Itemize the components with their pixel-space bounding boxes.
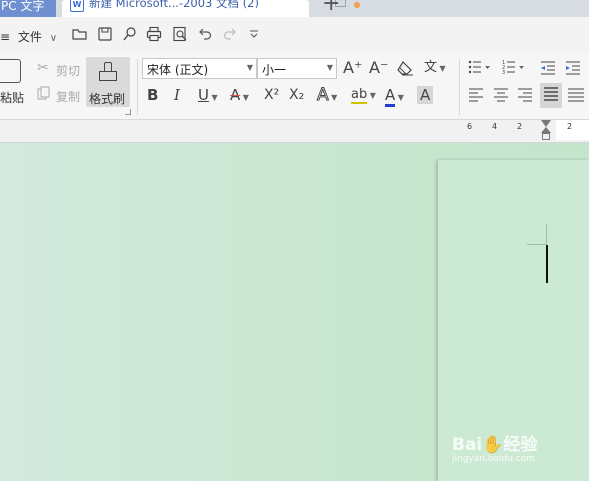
redo-icon[interactable] bbox=[222, 26, 238, 42]
tab-wps-writer[interactable]: РС 文字 bbox=[0, 0, 56, 17]
font-color-label: A bbox=[385, 86, 396, 107]
align-left-icon[interactable] bbox=[468, 87, 484, 107]
font-color-button[interactable]: A ▼ bbox=[385, 86, 404, 107]
text-effect-label: A bbox=[317, 85, 330, 105]
scissors-icon: ✂ bbox=[37, 60, 49, 76]
copy-icon bbox=[37, 86, 51, 104]
increase-indent-icon[interactable] bbox=[565, 60, 581, 80]
watermark-url: jingyan.baidu.com bbox=[452, 454, 536, 464]
font-size-value: 小一 bbox=[262, 63, 287, 77]
find-icon[interactable] bbox=[122, 26, 138, 42]
ruler-number: 4 bbox=[492, 122, 498, 131]
margin-corner-mark bbox=[527, 244, 547, 245]
print-preview-icon[interactable] bbox=[172, 26, 188, 42]
svg-text:3: 3 bbox=[502, 70, 505, 75]
ribbon-separator bbox=[137, 59, 138, 115]
distributed-align-icon[interactable] bbox=[567, 87, 585, 107]
paste-button-label[interactable]: 粘贴 bbox=[0, 89, 24, 106]
file-menu-label: 文件 bbox=[17, 30, 42, 44]
shrink-font-button[interactable]: A⁻ bbox=[369, 59, 388, 77]
pinyin-guide-label: 文 bbox=[424, 60, 438, 75]
font-name-value: 宋体 (正文) bbox=[147, 63, 209, 77]
format-painter-brush-icon bbox=[99, 62, 117, 81]
new-tab-button[interactable]: + bbox=[322, 0, 340, 15]
chevron-down-icon: ▼ bbox=[246, 63, 253, 72]
clear-format-eraser-icon[interactable] bbox=[396, 60, 414, 80]
align-right-icon[interactable] bbox=[517, 87, 533, 107]
bullet-list-icon[interactable] bbox=[468, 59, 492, 79]
ruler-text-area bbox=[556, 120, 589, 140]
paste-icon[interactable] bbox=[0, 59, 21, 83]
chevron-down-icon: ▼ bbox=[326, 63, 333, 72]
numbered-list-icon[interactable]: 123 bbox=[502, 59, 526, 79]
ribbon-separator bbox=[459, 59, 460, 115]
tab-document-title: 新建 Microsoft...-2003 文档 (2) bbox=[89, 0, 259, 10]
text-effect-button[interactable]: A ▼ bbox=[317, 85, 338, 107]
open-folder-icon[interactable] bbox=[72, 26, 88, 42]
word-doc-icon: W bbox=[70, 0, 84, 12]
margin-corner-mark bbox=[546, 224, 547, 245]
underline-button[interactable]: U ▼ bbox=[198, 86, 218, 107]
hamburger-icon: ≡ bbox=[0, 30, 11, 44]
quick-access-bar: ≡ 文件 ∨ bbox=[0, 17, 589, 53]
ruler-number: 2 bbox=[567, 122, 573, 131]
format-painter-label: 格式刷 bbox=[89, 92, 126, 106]
unsaved-dot-icon bbox=[354, 2, 360, 8]
indent-marker[interactable] bbox=[540, 120, 552, 140]
tab-bar: РС 文字 W 新建 Microsoft...-2003 文档 (2) + bbox=[0, 0, 589, 17]
clipboard-dialog-launcher[interactable] bbox=[125, 109, 131, 115]
font-size-select[interactable]: 小一 ▼ bbox=[257, 58, 337, 79]
subscript-button[interactable]: X₂ bbox=[289, 86, 304, 104]
ruler-number: 2 bbox=[517, 122, 523, 131]
italic-button[interactable]: I bbox=[174, 86, 180, 104]
save-icon[interactable] bbox=[97, 26, 113, 42]
baidu-jingyan-watermark: Bai✋经验 jingyan.baidu.com bbox=[452, 430, 538, 464]
character-shading-button[interactable]: A bbox=[417, 86, 434, 104]
watermark-logo: Bai✋经验 bbox=[452, 435, 538, 455]
grow-font-button[interactable]: A⁺ bbox=[343, 59, 362, 77]
pinyin-guide-button[interactable]: 文 ▼ bbox=[424, 59, 446, 78]
tab-document[interactable]: W 新建 Microsoft...-2003 文档 (2) bbox=[62, 0, 360, 17]
file-menu-button[interactable]: ≡ 文件 ∨ bbox=[0, 28, 57, 45]
decrease-indent-icon[interactable] bbox=[540, 60, 556, 80]
ribbon-toolbar: 粘贴 ✂ 剪切 复制 格式刷 宋体 (正文) ▼ 小一 ▼ A⁺ A⁻ 文 ▼ … bbox=[0, 53, 589, 120]
format-painter-button[interactable]: 格式刷 bbox=[86, 57, 130, 107]
print-icon[interactable] bbox=[146, 26, 162, 42]
undo-icon[interactable] bbox=[197, 26, 213, 42]
customize-quick-access-icon[interactable] bbox=[246, 26, 262, 42]
tab-wps-writer-label: РС 文字 bbox=[1, 0, 45, 13]
underline-label: U bbox=[198, 86, 209, 104]
ruler-number: 6 bbox=[467, 122, 473, 131]
copy-button[interactable]: 复制 bbox=[56, 88, 80, 105]
justify-icon[interactable] bbox=[540, 83, 562, 108]
strikethrough-label: A bbox=[230, 86, 241, 104]
highlight-label: ab bbox=[351, 87, 368, 104]
bold-button[interactable]: B bbox=[147, 86, 158, 104]
horizontal-ruler[interactable]: 6 4 2 2 bbox=[0, 120, 589, 143]
text-cursor bbox=[546, 245, 548, 283]
strikethrough-button[interactable]: A ▼ bbox=[230, 86, 249, 107]
align-center-icon[interactable] bbox=[493, 87, 509, 107]
font-name-select[interactable]: 宋体 (正文) ▼ bbox=[142, 58, 257, 79]
superscript-button[interactable]: X² bbox=[264, 86, 279, 104]
cut-button[interactable]: 剪切 bbox=[56, 62, 80, 79]
chevron-down-icon: ∨ bbox=[49, 33, 58, 44]
highlight-button[interactable]: ab ▼ bbox=[351, 86, 376, 105]
